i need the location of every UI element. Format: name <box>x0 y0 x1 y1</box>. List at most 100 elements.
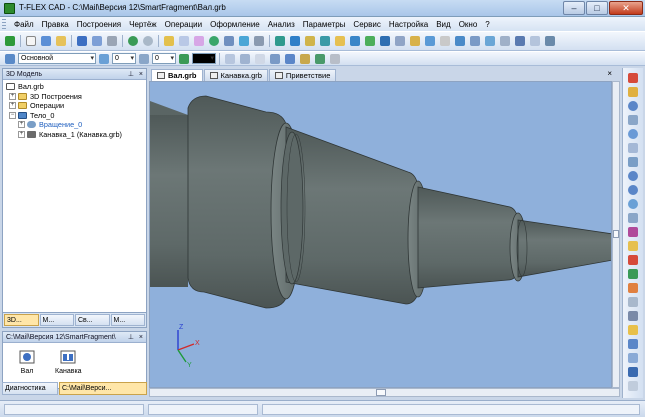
tab-properties[interactable]: Св... <box>75 314 110 326</box>
fillet-icon[interactable] <box>348 34 362 48</box>
vertical-scroll-thumb[interactable] <box>613 230 619 238</box>
array-icon[interactable] <box>423 34 437 48</box>
revolve-icon[interactable] <box>288 34 302 48</box>
section-view-icon[interactable] <box>626 295 640 308</box>
pin-icon[interactable]: ⊥ <box>128 332 134 343</box>
expand-icon[interactable]: + <box>9 92 16 100</box>
front-view-icon[interactable] <box>626 351 640 364</box>
section-icon[interactable] <box>453 34 467 48</box>
camera-icon[interactable] <box>626 309 640 322</box>
menu-file[interactable]: Файл <box>10 20 38 29</box>
pin-icon[interactable]: ⊥ <box>128 69 134 80</box>
material-icon[interactable] <box>498 34 512 48</box>
thread-icon[interactable] <box>408 34 422 48</box>
wireframe-icon[interactable] <box>626 379 640 392</box>
paint-icon[interactable] <box>626 281 640 294</box>
print-icon[interactable] <box>105 34 119 48</box>
grid-icon[interactable] <box>268 52 282 66</box>
cursor-icon[interactable] <box>626 85 640 98</box>
vertical-scrollbar[interactable] <box>612 81 620 388</box>
menu-edit[interactable]: Правка <box>38 20 73 29</box>
tree-node-constructions[interactable]: + 3D Построения <box>6 92 143 102</box>
views-icon[interactable] <box>543 34 557 48</box>
menu-annotation[interactable]: Оформление <box>206 20 264 29</box>
close-panel-icon[interactable]: × <box>139 69 143 80</box>
menu-view[interactable]: Вид <box>432 20 454 29</box>
doc-tab-shaft[interactable]: Вал.grb <box>151 69 203 81</box>
tab-3d-model[interactable]: 3D... <box>4 314 39 326</box>
loft-icon[interactable] <box>303 34 317 48</box>
rotate-icon[interactable] <box>626 197 640 210</box>
face-icon[interactable] <box>298 52 312 66</box>
close-doc-icon[interactable]: × <box>607 69 612 78</box>
open-icon[interactable] <box>54 34 68 48</box>
projection-icon[interactable] <box>483 34 497 48</box>
lamp-icon[interactable] <box>626 239 640 252</box>
zoom-icon[interactable] <box>626 127 640 140</box>
confirm-icon[interactable] <box>3 34 17 48</box>
3d-viewport[interactable]: Z X Y <box>149 81 612 388</box>
level-combo[interactable]: 0 <box>112 53 136 64</box>
expand-icon[interactable]: + <box>9 102 16 110</box>
menu-operations[interactable]: Операции <box>161 20 206 29</box>
workplane-icon[interactable] <box>192 34 206 48</box>
tab-diagnostics[interactable]: Диагностика <box>2 382 58 395</box>
dimension-icon[interactable] <box>252 34 266 48</box>
undo-icon[interactable] <box>126 34 140 48</box>
boolean-icon[interactable] <box>333 34 347 48</box>
doc-tab-welcome[interactable]: Приветствие <box>268 69 337 81</box>
horizontal-scrollbar[interactable] <box>149 388 620 397</box>
save-icon[interactable] <box>75 34 89 48</box>
flag-icon[interactable] <box>626 253 640 266</box>
collapse-icon[interactable]: − <box>9 111 16 119</box>
edge-icon[interactable] <box>313 52 327 66</box>
color-combo[interactable] <box>192 53 216 64</box>
menu-help[interactable]: ? <box>481 20 493 29</box>
shading-icon[interactable] <box>626 365 640 378</box>
zoom-all-icon[interactable] <box>626 155 640 168</box>
filter-icon[interactable] <box>223 52 237 66</box>
iso-view-icon[interactable] <box>626 337 640 350</box>
mirror-icon[interactable] <box>438 34 452 48</box>
redo-icon[interactable] <box>141 34 155 48</box>
zoom-out-icon[interactable] <box>626 183 640 196</box>
menu-parameters[interactable]: Параметры <box>299 20 350 29</box>
tree-node-root[interactable]: Вал.grb <box>6 82 143 92</box>
tab-model-4[interactable]: М... <box>110 314 145 326</box>
ruler-icon[interactable] <box>162 34 176 48</box>
measure-icon[interactable] <box>513 34 527 48</box>
tree-node-revolution[interactable]: + Вращение_0 <box>6 120 143 130</box>
chamfer-icon[interactable] <box>363 34 377 48</box>
check-icon[interactable] <box>626 267 640 280</box>
menu-construct[interactable]: Построения <box>73 20 125 29</box>
menu-service[interactable]: Сервис <box>349 20 384 29</box>
select-icon[interactable] <box>253 52 267 66</box>
hole-icon[interactable] <box>393 34 407 48</box>
magnet-icon[interactable] <box>626 71 640 84</box>
box-icon[interactable] <box>626 323 640 336</box>
priority-combo[interactable]: 0 <box>152 53 176 64</box>
layer-combo[interactable]: Основной <box>18 53 96 64</box>
cube-icon[interactable] <box>283 52 297 66</box>
sweep-icon[interactable] <box>318 34 332 48</box>
library-item-shaft[interactable]: Вал <box>19 349 35 375</box>
new-3d-icon[interactable] <box>39 34 53 48</box>
tree-node-groove[interactable]: + Канавка_1 (Канавка.grb) <box>6 130 143 140</box>
menu-window[interactable]: Окно <box>455 20 482 29</box>
line-icon[interactable] <box>222 34 236 48</box>
sketch-icon[interactable] <box>177 34 191 48</box>
close-panel-icon[interactable]: × <box>139 332 143 343</box>
pan-icon[interactable] <box>626 113 640 126</box>
orbit-icon[interactable] <box>626 99 640 112</box>
point-icon[interactable] <box>626 225 640 238</box>
menu-settings[interactable]: Настройка <box>385 20 432 29</box>
maximize-button[interactable]: □ <box>586 1 608 15</box>
library-item-groove[interactable]: Канавка <box>55 349 82 375</box>
shell-icon[interactable] <box>378 34 392 48</box>
tab-model-2[interactable]: М... <box>39 314 74 326</box>
fit-icon[interactable] <box>626 211 640 224</box>
horizontal-scroll-thumb[interactable] <box>376 389 386 396</box>
body-icon[interactable] <box>468 34 482 48</box>
doc-tab-groove[interactable]: Канавка.grb <box>203 69 268 81</box>
extrude-icon[interactable] <box>273 34 287 48</box>
